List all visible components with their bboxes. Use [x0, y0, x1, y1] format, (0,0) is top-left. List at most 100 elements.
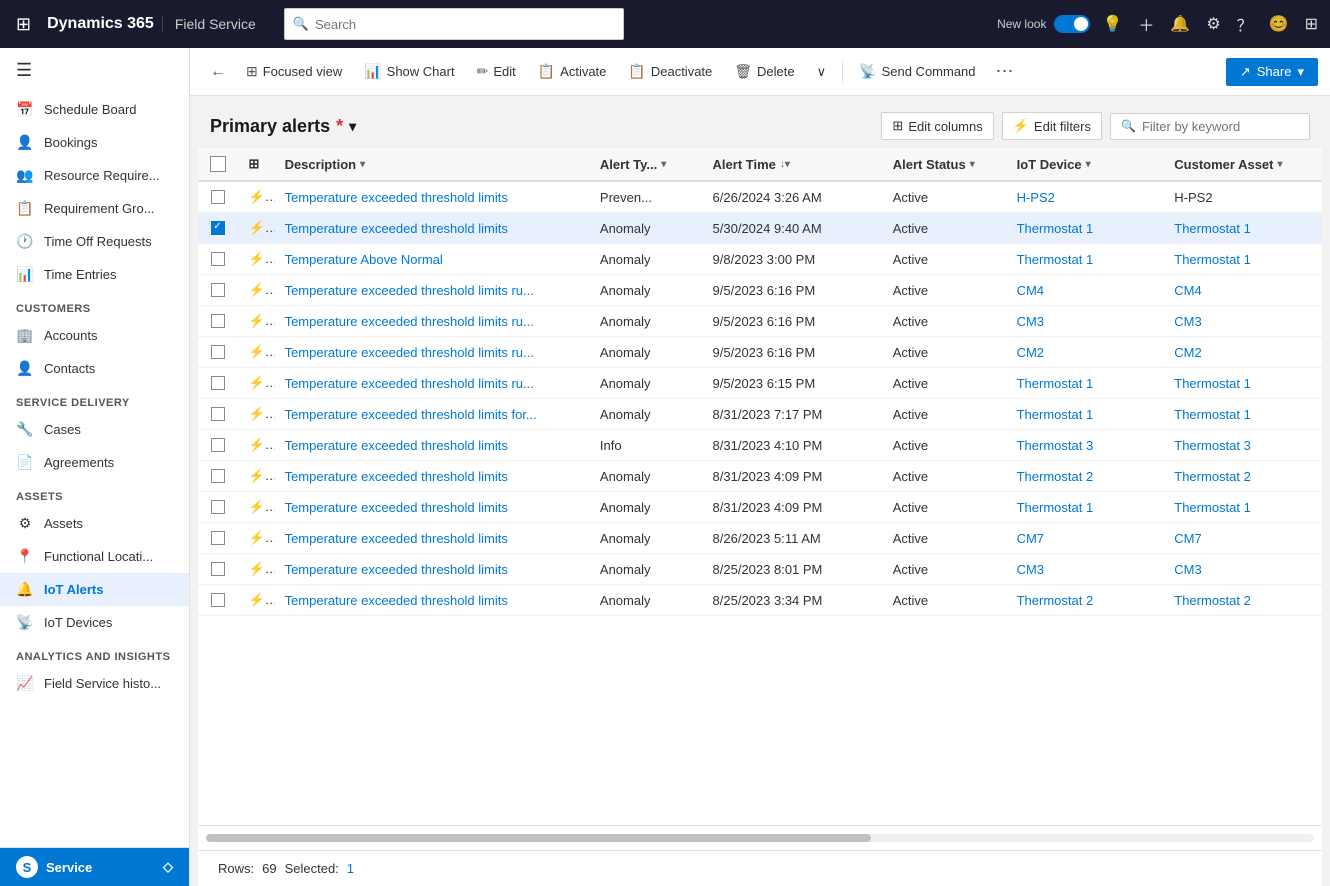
row-checkbox[interactable]	[211, 345, 225, 359]
customer-asset-cell[interactable]: Thermostat 1	[1164, 244, 1322, 275]
sidebar-item-iot-devices[interactable]: 📡 IoT Devices	[0, 606, 189, 639]
search-box[interactable]: 🔍	[284, 8, 624, 40]
row-checkbox[interactable]	[211, 469, 225, 483]
help-icon[interactable]: ？	[1233, 8, 1257, 40]
iot-device-cell[interactable]: CM4	[1007, 275, 1165, 306]
customer-asset-cell[interactable]: Thermostat 1	[1164, 368, 1322, 399]
table-row[interactable]: ⚡ Temperature exceeded threshold limits …	[198, 430, 1322, 461]
table-row[interactable]: ⚡ Temperature exceeded threshold limits …	[198, 585, 1322, 616]
settings-icon[interactable]: ⚙	[1202, 10, 1224, 38]
sidebar-item-requirement-gro[interactable]: 📋 Requirement Gro...	[0, 192, 189, 225]
horizontal-scrollbar[interactable]	[206, 834, 1314, 842]
row-checkbox-cell[interactable]	[198, 368, 239, 399]
filter-by-keyword[interactable]: 🔍	[1110, 113, 1310, 140]
description-cell[interactable]: Temperature exceeded threshold limits	[275, 554, 590, 585]
row-checkbox-cell[interactable]	[198, 306, 239, 337]
customer-asset-link[interactable]: CM4	[1174, 283, 1201, 298]
scrollbar-thumb[interactable]	[206, 834, 871, 842]
row-checkbox-cell[interactable]	[198, 337, 239, 368]
description-link[interactable]: Temperature exceeded threshold limits ru…	[285, 376, 534, 391]
list-title-dropdown-icon[interactable]: ▾	[349, 118, 356, 135]
table-row[interactable]: ⚡ Temperature Above Normal Anomaly 9/8/2…	[198, 244, 1322, 275]
iot-device-link[interactable]: CM4	[1017, 283, 1044, 298]
description-link[interactable]: Temperature exceeded threshold limits ru…	[285, 345, 534, 360]
customer-asset-cell[interactable]: CM4	[1164, 275, 1322, 306]
back-button[interactable]: ←	[202, 57, 234, 87]
select-all-checkbox[interactable]	[210, 156, 226, 172]
bell-icon[interactable]: 🔔	[1166, 10, 1194, 38]
iot-device-cell[interactable]: CM7	[1007, 523, 1165, 554]
table-row[interactable]: ⚡ Temperature exceeded threshold limits …	[198, 275, 1322, 306]
customer-asset-link[interactable]: Thermostat 3	[1174, 438, 1251, 453]
description-link[interactable]: Temperature Above Normal	[285, 252, 443, 267]
search-input[interactable]	[315, 17, 615, 32]
customer-asset-link[interactable]: Thermostat 1	[1174, 407, 1251, 422]
description-cell[interactable]: Temperature exceeded threshold limits ru…	[275, 306, 590, 337]
description-cell[interactable]: Temperature exceeded threshold limits	[275, 461, 590, 492]
row-checkbox[interactable]	[211, 438, 225, 452]
iot-device-link[interactable]: Thermostat 1	[1017, 407, 1094, 422]
ellipsis-button[interactable]: ⋯	[988, 55, 1022, 88]
sidebar-item-agreements[interactable]: 📄 Agreements	[0, 446, 189, 479]
table-row[interactable]: ⚡ Temperature exceeded threshold limits …	[198, 461, 1322, 492]
iot-device-link[interactable]: Thermostat 1	[1017, 500, 1094, 515]
iot-device-cell[interactable]: Thermostat 3	[1007, 430, 1165, 461]
new-look-toggle[interactable]	[1054, 15, 1090, 33]
filter-input-field[interactable]	[1142, 119, 1299, 134]
description-link[interactable]: Temperature exceeded threshold limits	[285, 469, 508, 484]
customer-asset-cell[interactable]: Thermostat 2	[1164, 585, 1322, 616]
description-header[interactable]: Description ▾	[275, 148, 590, 181]
customer-asset-link[interactable]: Thermostat 1	[1174, 500, 1251, 515]
edit-columns-button[interactable]: ⊞ Edit columns	[881, 112, 993, 140]
customer-asset-cell[interactable]: CM3	[1164, 554, 1322, 585]
iot-device-link[interactable]: Thermostat 2	[1017, 593, 1094, 608]
customer-asset-link[interactable]: CM7	[1174, 531, 1201, 546]
sidebar-item-functional-locati[interactable]: 📍 Functional Locati...	[0, 540, 189, 573]
sidebar-item-resource-require[interactable]: 👥 Resource Require...	[0, 159, 189, 192]
description-cell[interactable]: Temperature exceeded threshold limits ru…	[275, 368, 590, 399]
delete-button[interactable]: 🗑 Delete	[724, 57, 804, 86]
row-checkbox[interactable]	[211, 190, 225, 204]
edit-filters-button[interactable]: ⚡ Edit filters	[1002, 112, 1102, 140]
sidebar-bottom-service[interactable]: S Service ◇	[0, 847, 189, 886]
customer-asset-link[interactable]: CM3	[1174, 562, 1201, 577]
customer-asset-cell[interactable]: Thermostat 1	[1164, 213, 1322, 244]
pin-icon[interactable]: ◇	[163, 859, 173, 875]
customer-asset-cell[interactable]: Thermostat 2	[1164, 461, 1322, 492]
customer-asset-cell[interactable]: Thermostat 1	[1164, 399, 1322, 430]
activate-button[interactable]: 📋 Activate	[528, 57, 617, 86]
description-cell[interactable]: Temperature exceeded threshold limits	[275, 181, 590, 213]
description-cell[interactable]: Temperature Above Normal	[275, 244, 590, 275]
iot-device-link[interactable]: Thermostat 3	[1017, 438, 1094, 453]
row-checkbox-cell[interactable]	[198, 244, 239, 275]
description-link[interactable]: Temperature exceeded threshold limits	[285, 531, 508, 546]
description-cell[interactable]: Temperature exceeded threshold limits ru…	[275, 337, 590, 368]
share-button[interactable]: ↗ Share ▾	[1226, 58, 1318, 86]
customer-asset-cell[interactable]: Thermostat 1	[1164, 492, 1322, 523]
iot-device-cell[interactable]: Thermostat 1	[1007, 244, 1165, 275]
description-cell[interactable]: Temperature exceeded threshold limits fo…	[275, 399, 590, 430]
description-link[interactable]: Temperature exceeded threshold limits	[285, 190, 508, 205]
sidebar-item-field-service-histo[interactable]: 📈 Field Service histo...	[0, 667, 189, 700]
customer-asset-cell[interactable]: CM2	[1164, 337, 1322, 368]
hamburger-icon[interactable]: ☰	[0, 48, 189, 93]
row-checkbox[interactable]	[211, 593, 225, 607]
description-link[interactable]: Temperature exceeded threshold limits	[285, 221, 508, 236]
iot-device-cell[interactable]: Thermostat 2	[1007, 461, 1165, 492]
sidebar-item-schedule-board[interactable]: 📅 Schedule Board	[0, 93, 189, 126]
description-link[interactable]: Temperature exceeded threshold limits ru…	[285, 283, 534, 298]
description-cell[interactable]: Temperature exceeded threshold limits	[275, 585, 590, 616]
focused-view-button[interactable]: ⊞ Focused view	[236, 57, 352, 86]
deactivate-button[interactable]: 📋 Deactivate	[618, 57, 722, 86]
iot-device-link[interactable]: Thermostat 1	[1017, 221, 1094, 236]
select-all-header[interactable]	[198, 148, 239, 181]
lightbulb-icon[interactable]: 💡	[1098, 10, 1126, 38]
description-link[interactable]: Temperature exceeded threshold limits ru…	[285, 314, 534, 329]
iot-device-cell[interactable]: Thermostat 1	[1007, 368, 1165, 399]
iot-device-link[interactable]: CM7	[1017, 531, 1044, 546]
iot-device-link[interactable]: CM3	[1017, 562, 1044, 577]
customer-asset-cell[interactable]: CM3	[1164, 306, 1322, 337]
iot-device-cell[interactable]: Thermostat 1	[1007, 213, 1165, 244]
customer-asset-link[interactable]: Thermostat 1	[1174, 221, 1251, 236]
row-checkbox-cell[interactable]	[198, 523, 239, 554]
